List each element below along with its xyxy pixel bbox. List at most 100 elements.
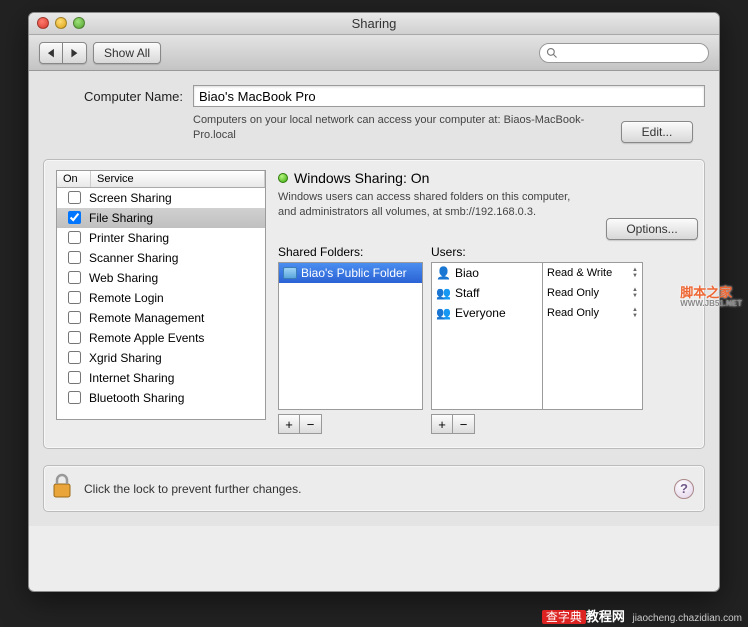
services-header: On Service bbox=[57, 171, 265, 188]
traffic-lights bbox=[37, 17, 85, 29]
user-row[interactable]: 👥 Staff bbox=[432, 283, 542, 303]
show-all-button[interactable]: Show All bbox=[93, 42, 161, 64]
users-column: Users: 👤 Biao 👥 Staff 👥 Everyone Read & Write… bbox=[431, 245, 643, 434]
status-label: Windows Sharing: On bbox=[294, 170, 429, 186]
user-row[interactable]: 👤 Biao bbox=[432, 263, 542, 283]
service-row[interactable]: Printer Sharing bbox=[57, 228, 265, 248]
folder-icon bbox=[283, 267, 297, 279]
footer-watermark: 查字典教程网 jiaocheng.chazidian.com bbox=[542, 606, 742, 625]
computer-name-field[interactable] bbox=[193, 85, 705, 107]
services-column: On Service Screen Sharing File Sharing Pri… bbox=[56, 170, 266, 435]
toolbar: ◀ ▶ Show All bbox=[29, 35, 719, 71]
remove-user-button[interactable]: − bbox=[453, 414, 475, 434]
lists-row: Shared Folders: Biao's Public Folder + −… bbox=[278, 245, 692, 434]
service-row[interactable]: Internet Sharing bbox=[57, 368, 265, 388]
user-name: Staff bbox=[455, 286, 479, 300]
forward-button[interactable]: ▶ bbox=[63, 42, 87, 64]
lock-icon[interactable] bbox=[50, 472, 74, 505]
body: Computer Name: Computers on your local n… bbox=[29, 71, 719, 526]
remove-folder-button[interactable]: − bbox=[300, 414, 322, 434]
window-title: Sharing bbox=[29, 16, 719, 31]
add-folder-button[interactable]: + bbox=[278, 414, 300, 434]
service-name: Remote Management bbox=[87, 311, 204, 325]
help-button[interactable]: ? bbox=[674, 479, 694, 499]
service-name: Remote Apple Events bbox=[87, 331, 204, 345]
service-checkbox[interactable] bbox=[61, 251, 87, 264]
search-input[interactable] bbox=[539, 43, 709, 63]
service-checkbox[interactable] bbox=[61, 311, 87, 324]
chevron-left-icon: ◀ bbox=[48, 46, 54, 59]
user-icon: 👥 bbox=[436, 306, 451, 320]
user-name: Everyone bbox=[455, 306, 506, 320]
add-user-button[interactable]: + bbox=[431, 414, 453, 434]
service-checkbox[interactable] bbox=[61, 191, 87, 204]
folders-list[interactable]: Biao's Public Folder bbox=[278, 262, 423, 410]
service-row[interactable]: Xgrid Sharing bbox=[57, 348, 265, 368]
nav-segment: ◀ ▶ bbox=[39, 42, 87, 64]
service-row[interactable]: Remote Login bbox=[57, 288, 265, 308]
service-row[interactable]: Scanner Sharing bbox=[57, 248, 265, 268]
service-name: Internet Sharing bbox=[87, 371, 174, 385]
service-name: Scanner Sharing bbox=[87, 251, 178, 265]
folders-column: Shared Folders: Biao's Public Folder + − bbox=[278, 245, 423, 434]
service-row[interactable]: Remote Apple Events bbox=[57, 328, 265, 348]
titlebar: Sharing bbox=[29, 13, 719, 35]
service-name: Screen Sharing bbox=[87, 191, 172, 205]
user-row[interactable]: 👥 Everyone bbox=[432, 303, 542, 323]
service-row[interactable]: File Sharing bbox=[57, 208, 265, 228]
folders-label: Shared Folders: bbox=[278, 245, 423, 259]
users-addrem: + − bbox=[431, 414, 643, 434]
user-name: Biao bbox=[455, 266, 479, 280]
folders-addrem: + − bbox=[278, 414, 423, 434]
status-dot-icon bbox=[278, 173, 288, 183]
lock-text: Click the lock to prevent further change… bbox=[84, 482, 301, 496]
watermark: 脚本之家WWW.JB51.NET bbox=[680, 286, 742, 309]
user-icon: 👤 bbox=[436, 266, 451, 280]
folder-row[interactable]: Biao's Public Folder bbox=[279, 263, 422, 283]
header-on[interactable]: On bbox=[57, 171, 91, 187]
permission-row[interactable]: Read & Write ▲▼ bbox=[543, 263, 642, 283]
service-checkbox[interactable] bbox=[61, 211, 87, 224]
stepper-icon[interactable]: ▲▼ bbox=[632, 267, 638, 279]
status-description: Windows users can access shared folders … bbox=[278, 190, 588, 220]
user-icon: 👥 bbox=[436, 286, 451, 300]
permission-label: Read Only bbox=[547, 287, 599, 299]
permission-row[interactable]: Read Only ▲▼ bbox=[543, 303, 642, 323]
service-row[interactable]: Remote Management bbox=[57, 308, 265, 328]
users-list[interactable]: 👤 Biao 👥 Staff 👥 Everyone bbox=[431, 262, 543, 410]
service-checkbox[interactable] bbox=[61, 231, 87, 244]
options-button[interactable]: Options... bbox=[606, 218, 698, 240]
service-checkbox[interactable] bbox=[61, 371, 87, 384]
header-service[interactable]: Service bbox=[91, 171, 265, 187]
stepper-icon[interactable]: ▲▼ bbox=[632, 307, 638, 319]
service-checkbox[interactable] bbox=[61, 391, 87, 404]
service-checkbox[interactable] bbox=[61, 271, 87, 284]
service-row[interactable]: Bluetooth Sharing bbox=[57, 388, 265, 408]
close-icon[interactable] bbox=[37, 17, 49, 29]
services-table: On Service Screen Sharing File Sharing Pri… bbox=[56, 170, 266, 420]
permission-label: Read Only bbox=[547, 307, 599, 319]
service-name: Web Sharing bbox=[87, 271, 158, 285]
service-row[interactable]: Web Sharing bbox=[57, 268, 265, 288]
users-label: Users: bbox=[431, 245, 643, 259]
edit-button[interactable]: Edit... bbox=[621, 121, 693, 143]
service-name: Xgrid Sharing bbox=[87, 351, 162, 365]
service-name: Remote Login bbox=[87, 291, 164, 305]
permissions-list[interactable]: Read & Write ▲▼ Read Only ▲▼ Read Only ▲▼ bbox=[543, 262, 643, 410]
permission-label: Read & Write bbox=[547, 267, 612, 279]
minimize-icon[interactable] bbox=[55, 17, 67, 29]
service-checkbox[interactable] bbox=[61, 351, 87, 364]
service-checkbox[interactable] bbox=[61, 291, 87, 304]
back-button[interactable]: ◀ bbox=[39, 42, 63, 64]
service-row[interactable]: Screen Sharing bbox=[57, 188, 265, 208]
service-name: Printer Sharing bbox=[87, 231, 169, 245]
lock-row: Click the lock to prevent further change… bbox=[43, 465, 705, 512]
service-checkbox[interactable] bbox=[61, 331, 87, 344]
computer-name-label: Computer Name: bbox=[63, 89, 183, 104]
detail-column: Windows Sharing: On Windows users can ac… bbox=[278, 170, 692, 435]
computer-name-row: Computer Name: bbox=[43, 85, 705, 107]
permission-row[interactable]: Read Only ▲▼ bbox=[543, 283, 642, 303]
preferences-window: Sharing ◀ ▶ Show All Computer Name: Comp… bbox=[28, 12, 720, 592]
zoom-icon[interactable] bbox=[73, 17, 85, 29]
stepper-icon[interactable]: ▲▼ bbox=[632, 287, 638, 299]
